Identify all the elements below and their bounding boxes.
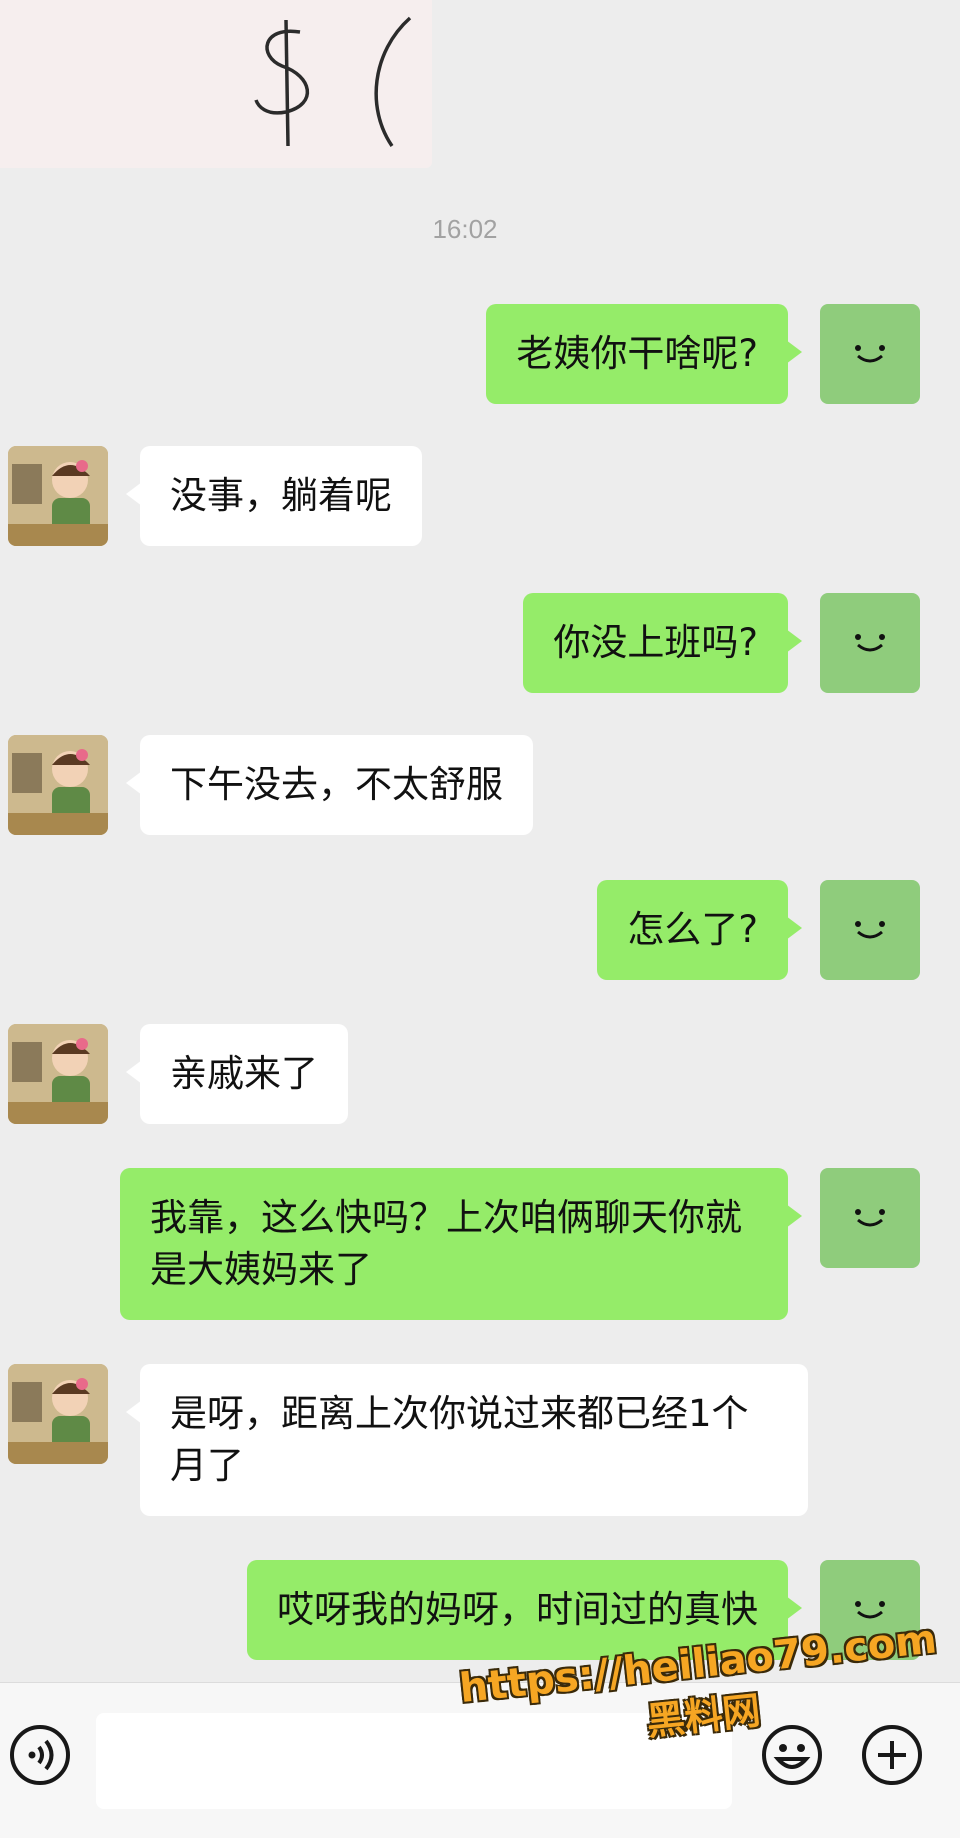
contact-avatar[interactable] [8, 1364, 108, 1464]
message-text: 怎么了? [627, 908, 758, 951]
message-bubble-other[interactable]: 是呀，距离上次你说过来都已经1个月了 [126, 1364, 808, 1516]
self-avatar[interactable] [820, 304, 920, 404]
message-bubble-other[interactable]: 亲戚来了 [126, 1024, 348, 1124]
message-bubble-other[interactable]: 没事，躺着呢 [126, 446, 422, 546]
cartoon-girl-avatar-icon [8, 1364, 108, 1464]
shared-image[interactable] [0, 0, 432, 168]
handwritten-dollar-sketch [254, 16, 412, 147]
message-text: 你没上班吗? [553, 621, 758, 664]
message-text: 是呀，距离上次你说过来都已经1个月了 [170, 1392, 749, 1487]
self-avatar[interactable] [820, 880, 920, 980]
voice-icon [10, 1725, 70, 1785]
message-text: 没事，躺着呢 [170, 474, 392, 517]
message-text: 哎呀我的妈呀，时间过的真快 [277, 1588, 758, 1631]
contact-avatar[interactable] [8, 446, 108, 546]
message-bubble-self[interactable]: 老姨你干啥呢? [486, 304, 802, 404]
smile-icon [855, 634, 885, 652]
chat-area: 16:02 老姨你干啥呢? 没事，躺着呢 你没上班吗? 下午没去，不太舒服 怎么… [0, 0, 960, 1682]
smile-icon [855, 345, 885, 363]
message-text: 下午没去，不太舒服 [170, 763, 503, 806]
message-bubble-self[interactable]: 你没上班吗? [523, 593, 802, 693]
voice-button[interactable] [8, 1723, 72, 1787]
message-text: 我靠，这么快吗？上次咱俩聊天你就是大姨妈来了 [150, 1196, 742, 1291]
self-avatar[interactable] [820, 1168, 920, 1268]
message-bubble-self[interactable]: 怎么了? [597, 880, 802, 980]
message-text: 亲戚来了 [170, 1052, 318, 1095]
message-bubble-self[interactable]: 我靠，这么快吗？上次咱俩聊天你就是大姨妈来了 [120, 1168, 802, 1320]
cartoon-girl-avatar-icon [8, 735, 108, 835]
smile-icon [855, 1209, 885, 1227]
message-bubble-other[interactable]: 下午没去，不太舒服 [126, 735, 533, 835]
contact-avatar[interactable] [8, 1024, 108, 1124]
message-timestamp: 16:02 [432, 214, 498, 244]
self-avatar[interactable] [820, 593, 920, 693]
cartoon-girl-avatar-icon [8, 1024, 108, 1124]
contact-avatar[interactable] [8, 735, 108, 835]
message-text: 老姨你干啥呢? [516, 332, 758, 375]
cartoon-girl-avatar-icon [8, 446, 108, 546]
smile-icon [855, 921, 885, 939]
